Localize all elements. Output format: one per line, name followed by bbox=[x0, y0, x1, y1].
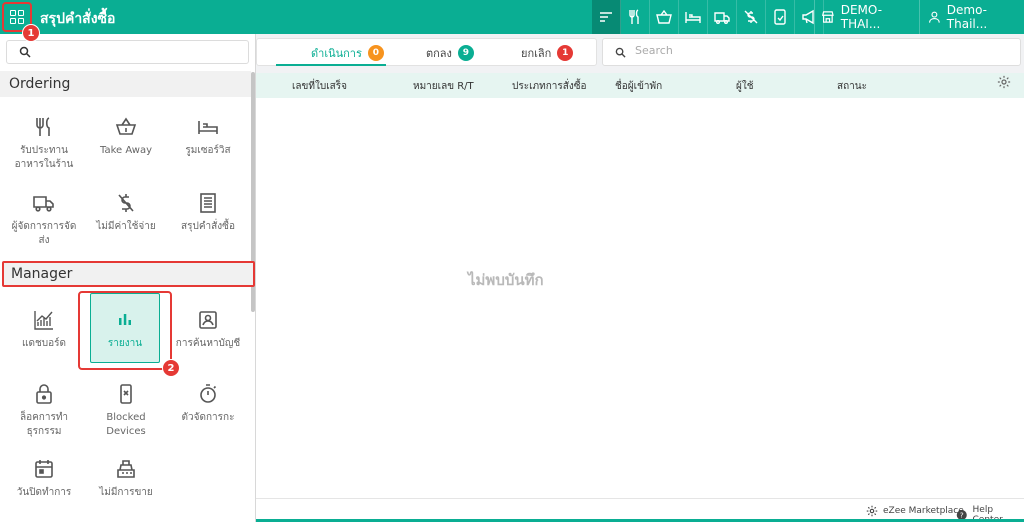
menu-item-transaction-lock[interactable]: ล็อคการทำ ธุรกรรม bbox=[3, 383, 85, 439]
column-status: สถานะ bbox=[837, 81, 867, 92]
basket-icon bbox=[115, 117, 137, 135]
order-search[interactable] bbox=[602, 38, 1021, 66]
search-icon bbox=[19, 46, 31, 58]
step-badge-1: 1 bbox=[22, 24, 40, 42]
receipt-icon bbox=[200, 193, 216, 213]
menu-item-room-service[interactable]: รูมเซอร์วิส bbox=[167, 116, 249, 158]
mobile-order-icon[interactable] bbox=[766, 0, 795, 34]
property-name: DEMO-THAI... bbox=[840, 3, 883, 31]
marketplace-link[interactable]: eZee Marketplace bbox=[866, 505, 964, 517]
search-icon bbox=[615, 47, 626, 58]
user-menu[interactable]: Demo- Thail... bbox=[922, 0, 1024, 34]
menu-item-label: วันปิดทำการ bbox=[16, 487, 72, 498]
menu-item-label: รูมเซอร์วิส bbox=[185, 145, 231, 156]
room-service-icon[interactable] bbox=[679, 0, 708, 34]
tab-in-progress[interactable]: ดำเนินการ 0 bbox=[311, 40, 384, 66]
fork-knife-icon bbox=[36, 117, 50, 136]
calendar-icon bbox=[35, 460, 53, 478]
empty-state-text: ไม่พบบันทึก bbox=[468, 271, 544, 289]
menu-item-closing-day[interactable]: วันปิดทำการ bbox=[3, 458, 85, 500]
stopwatch-icon bbox=[200, 384, 217, 403]
bar-chart-icon bbox=[119, 314, 131, 325]
tab-label: ดำเนินการ bbox=[311, 47, 362, 60]
page-title: สรุปคำสั่งซื้อ bbox=[40, 11, 116, 27]
menu-item-label: ผู้จัดการการจัด ส่ง bbox=[11, 221, 77, 246]
tab-confirmed[interactable]: ตกลง 9 bbox=[426, 40, 474, 66]
toolbar-icons bbox=[592, 0, 824, 34]
column-receipt-no: เลขที่ใบเสร็จ bbox=[292, 81, 347, 92]
search-input[interactable] bbox=[635, 44, 1005, 57]
top-bar: สรุปคำสั่งซื้อ DEMO-THAI... Demo- Thail.… bbox=[0, 0, 1024, 34]
no-dollar-icon bbox=[118, 194, 134, 212]
menu-item-label: ตัวจัดการกะ bbox=[181, 412, 235, 423]
menu-item-label: รายงาน bbox=[107, 338, 143, 349]
line-chart-icon bbox=[34, 311, 53, 330]
blocked-device-icon bbox=[120, 384, 132, 404]
no-charge-icon[interactable] bbox=[737, 0, 766, 34]
menu-item-take-away[interactable]: Take Away bbox=[85, 116, 167, 158]
menu-item-label: รับประทาน อาหารในร้าน bbox=[14, 145, 74, 170]
tab-label: ยกเลิก bbox=[521, 47, 552, 60]
menu-item-dine-in[interactable]: รับประทาน อาหารในร้าน bbox=[3, 116, 85, 172]
menu-search-input[interactable] bbox=[6, 40, 249, 64]
menu-item-reports[interactable]: รายงาน bbox=[90, 293, 160, 363]
column-room-table-no: หมายเลข R/T bbox=[413, 81, 474, 92]
table-body bbox=[256, 98, 1024, 498]
menu-item-dashboard[interactable]: แดชบอร์ด bbox=[3, 309, 85, 351]
menu-item-label: ไม่มีค่าใช้จ่าย bbox=[96, 221, 156, 232]
active-tab-indicator bbox=[276, 64, 386, 66]
gear-icon bbox=[866, 505, 878, 517]
menu-item-shift-manager[interactable]: ตัวจัดการกะ bbox=[167, 383, 249, 425]
column-guest-name: ชื่อผู้เข้าพัก bbox=[615, 81, 663, 92]
bed-icon bbox=[198, 121, 218, 134]
marketplace-label: eZee Marketplace bbox=[883, 506, 964, 516]
menu-item-no-charge[interactable]: ไม่มีค่าใช้จ่าย bbox=[85, 192, 167, 234]
section-ordering: Ordering bbox=[0, 71, 251, 97]
section-manager: Manager bbox=[2, 261, 255, 287]
take-away-icon[interactable] bbox=[650, 0, 679, 34]
step-badge-2: 2 bbox=[162, 359, 180, 377]
user-name: Demo- Thail... bbox=[946, 3, 988, 31]
column-order-type: ประเภทการสั่งซื้อ bbox=[512, 81, 587, 92]
sort-icon[interactable] bbox=[592, 0, 621, 34]
tab-cancelled[interactable]: ยกเลิก 1 bbox=[521, 40, 574, 66]
menu-item-label: แดชบอร์ด bbox=[22, 338, 66, 349]
menu-item-blocked-devices[interactable]: Blocked Devices bbox=[85, 383, 167, 439]
menu-item-no-sale[interactable]: ไม่มีการขาย bbox=[85, 458, 167, 500]
truck-icon bbox=[33, 196, 54, 212]
property-selector[interactable]: DEMO-THAI... bbox=[814, 0, 920, 34]
column-user: ผู้ใช้ bbox=[736, 81, 754, 92]
menu-item-label: ไม่มีการขาย bbox=[99, 487, 153, 498]
menu-item-account-search[interactable]: การค้นหาบัญชี bbox=[167, 309, 249, 351]
lock-icon bbox=[36, 384, 52, 404]
dine-in-icon[interactable] bbox=[621, 0, 650, 34]
cash-register-icon bbox=[117, 460, 135, 478]
menu-item-label: สรุปคำสั่งซื้อ bbox=[181, 221, 235, 232]
status-tabs: ดำเนินการ 0 ตกลง 9 ยกเลิก 1 bbox=[256, 38, 597, 66]
store-icon bbox=[821, 11, 834, 23]
tab-label: ตกลง bbox=[426, 47, 452, 60]
tab-count-badge: 0 bbox=[367, 45, 384, 61]
table-header: เลขที่ใบเสร็จ หมายเลข R/T ประเภทการสั่งซ… bbox=[256, 73, 1024, 98]
column-settings-gear-icon[interactable] bbox=[997, 75, 1011, 89]
menu-item-label: Blocked Devices bbox=[106, 412, 146, 437]
tab-count-badge: 9 bbox=[457, 45, 474, 61]
user-icon bbox=[929, 11, 940, 23]
app-menu-panel: Ordering รับประทาน อาหารในร้าน Take Away… bbox=[0, 34, 256, 522]
menu-item-order-summary[interactable]: สรุปคำสั่งซื้อ bbox=[167, 192, 249, 234]
menu-item-label: การค้นหาบัญชี bbox=[175, 338, 241, 349]
menu-item-label: Take Away bbox=[99, 145, 152, 156]
menu-item-label: ล็อคการทำ ธุรกรรม bbox=[19, 412, 69, 437]
account-card-icon bbox=[199, 311, 217, 329]
delivery-icon[interactable] bbox=[708, 0, 737, 34]
grid-icon bbox=[10, 10, 24, 24]
menu-item-delivery-manager[interactable]: ผู้จัดการการจัด ส่ง bbox=[3, 192, 85, 248]
tab-count-badge: 1 bbox=[557, 45, 574, 61]
